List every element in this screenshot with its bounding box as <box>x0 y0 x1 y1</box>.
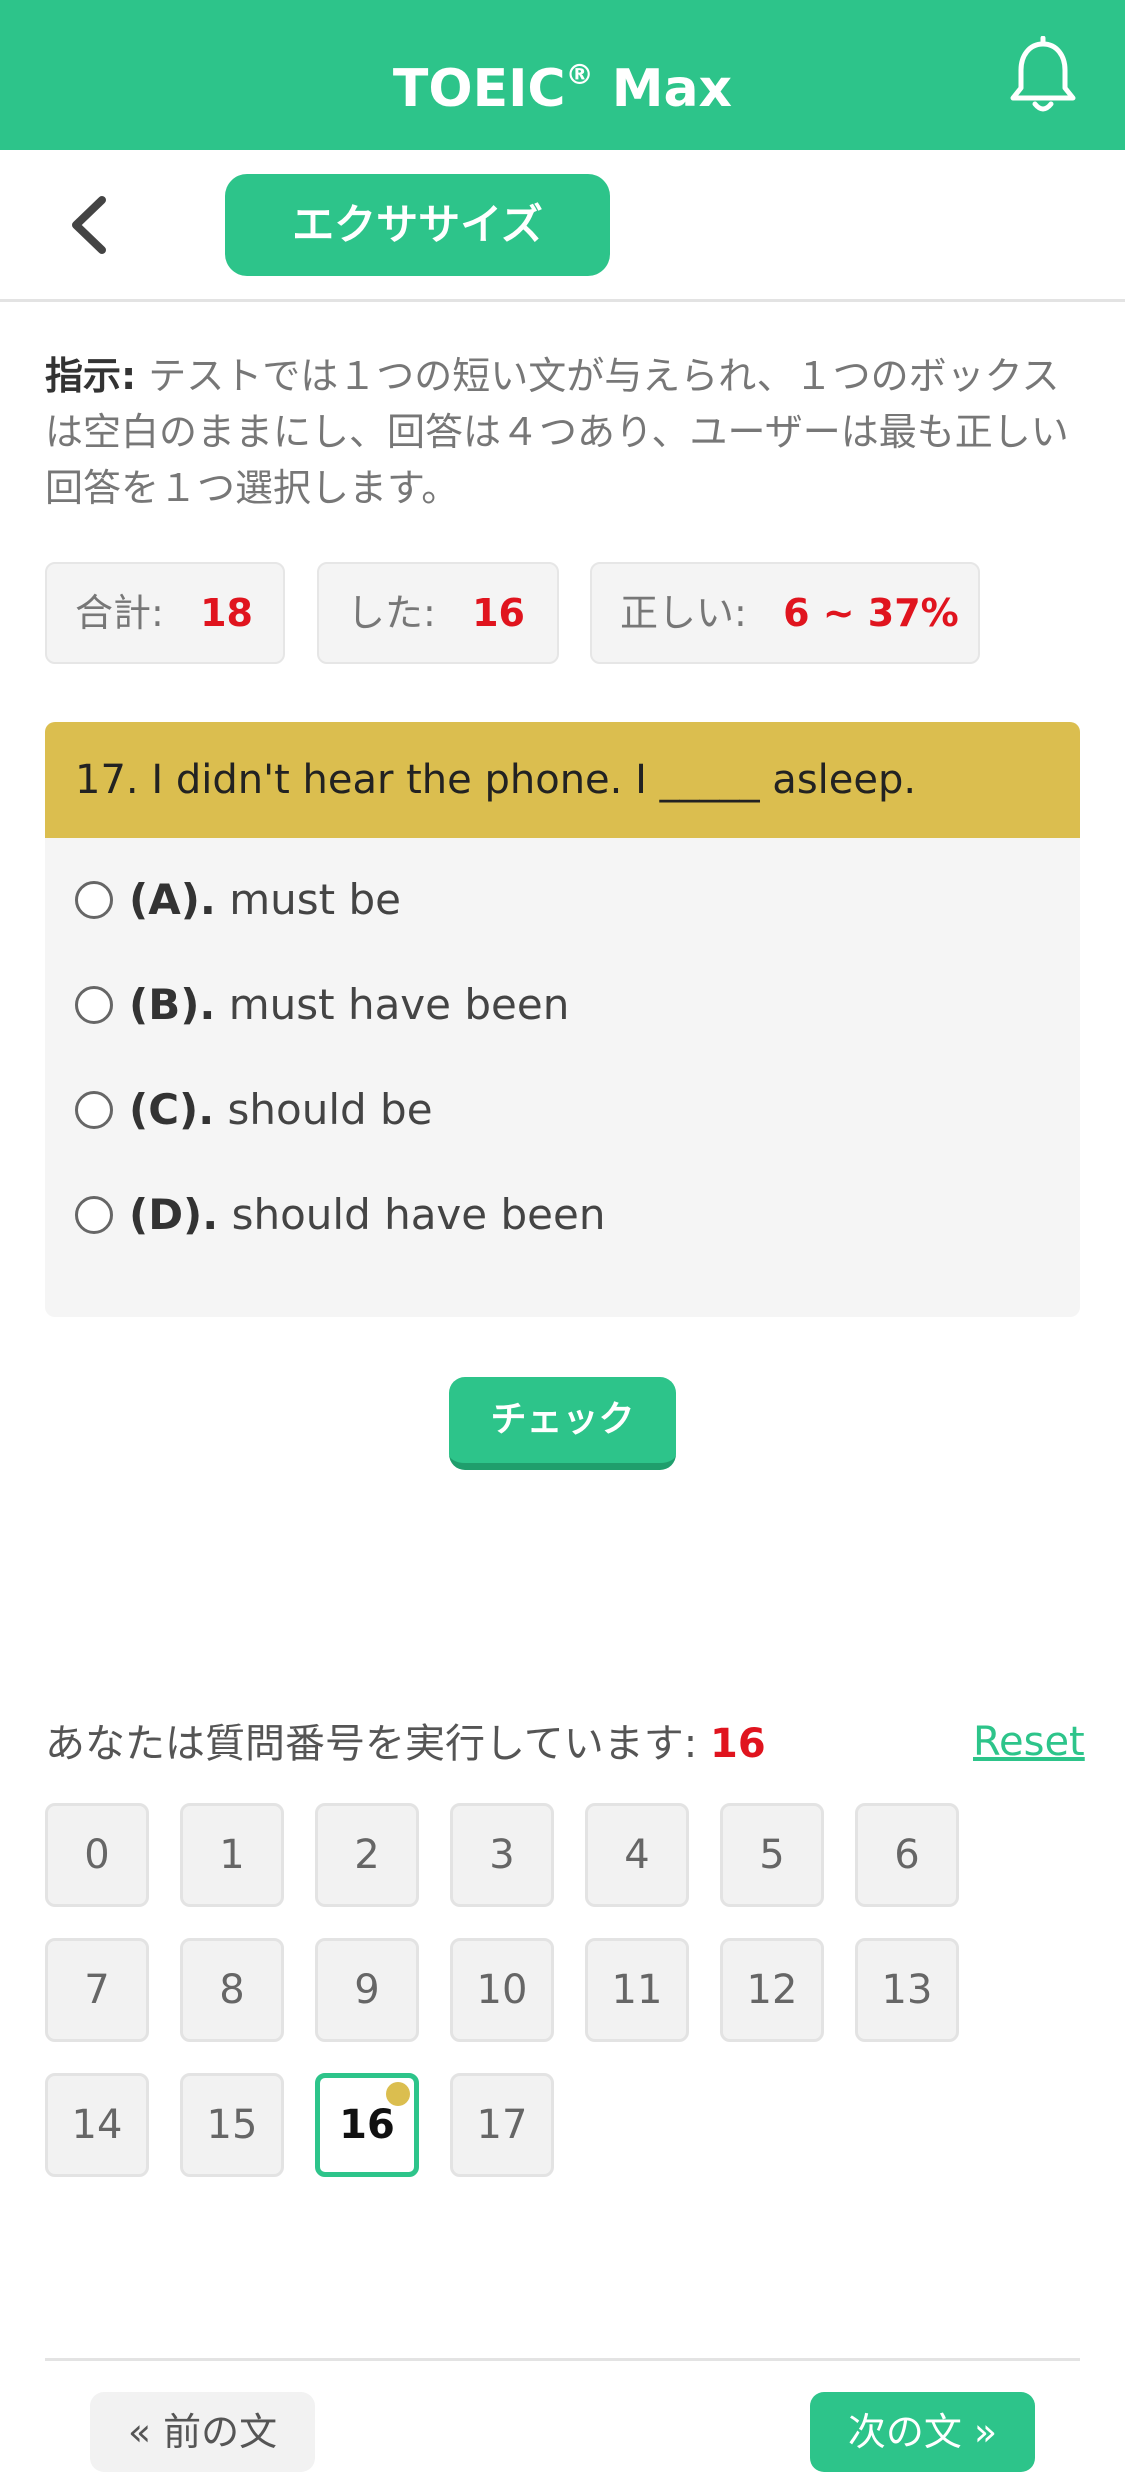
divider <box>45 2358 1080 2361</box>
question-card: 17. I didn't hear the phone. I _____ asl… <box>45 722 1080 1317</box>
question-number-button[interactable]: 14 <box>45 2073 149 2177</box>
radio-button[interactable] <box>75 1091 113 1129</box>
sub-navbar: エクササイズ <box>0 150 1125 302</box>
current-question-indicator: あなたは質問番号を実行しています: 16 <box>45 1721 766 1767</box>
chevron-left-icon[interactable] <box>60 190 120 260</box>
question-number-button[interactable]: 4 <box>585 1803 689 1907</box>
question-number-button[interactable]: 10 <box>450 1938 554 2042</box>
stat-total: 合計: 18 <box>45 562 285 664</box>
question-number-button[interactable]: 17 <box>450 2073 554 2177</box>
reset-link[interactable]: Reset <box>973 1712 1085 1772</box>
question-number-button[interactable]: 2 <box>315 1803 419 1907</box>
question-number-button[interactable]: 12 <box>720 1938 824 2042</box>
radio-button[interactable] <box>75 1196 113 1234</box>
question-number-button[interactable]: 11 <box>585 1938 689 2042</box>
current-marker-dot <box>386 2082 410 2106</box>
radio-button[interactable] <box>75 986 113 1024</box>
prev-sentence-button[interactable]: « 前の文 <box>90 2392 315 2472</box>
question-number-button[interactable]: 15 <box>180 2073 284 2177</box>
question-number-button[interactable]: 1 <box>180 1803 284 1907</box>
check-button[interactable]: チェック <box>449 1377 676 1470</box>
app-title: TOEIC® Max <box>392 58 733 119</box>
tab-exercise[interactable]: エクササイズ <box>225 174 610 276</box>
question-number-button[interactable]: 6 <box>855 1803 959 1907</box>
question-text: 17. I didn't hear the phone. I _____ asl… <box>45 722 1080 838</box>
instructions-label: 指示: <box>45 354 137 398</box>
bell-icon[interactable] <box>1005 36 1081 116</box>
question-number-button[interactable]: 0 <box>45 1803 149 1907</box>
question-number-button[interactable]: 3 <box>450 1803 554 1907</box>
question-number-button[interactable]: 9 <box>315 1938 419 2042</box>
question-number-button[interactable]: 5 <box>720 1803 824 1907</box>
radio-button[interactable] <box>75 881 113 919</box>
instructions: 指示: テストでは１つの短い文が与えられ、１つのボックスは空白のままにし、回答は… <box>45 348 1085 516</box>
stat-correct: 正しい: 6 ~ 37% <box>590 562 980 664</box>
instructions-text: テストでは１つの短い文が与えられ、１つのボックスは空白のままにし、回答は４つあり… <box>45 354 1069 510</box>
question-number-button-active[interactable]: 16 <box>315 2073 419 2177</box>
next-sentence-button[interactable]: 次の文 » <box>810 2392 1035 2472</box>
app-header: TOEIC® Max <box>0 0 1125 150</box>
stat-done: した: 16 <box>317 562 559 664</box>
question-number-button[interactable]: 7 <box>45 1938 149 2042</box>
question-number-button[interactable]: 8 <box>180 1938 284 2042</box>
question-number-button[interactable]: 13 <box>855 1938 959 2042</box>
